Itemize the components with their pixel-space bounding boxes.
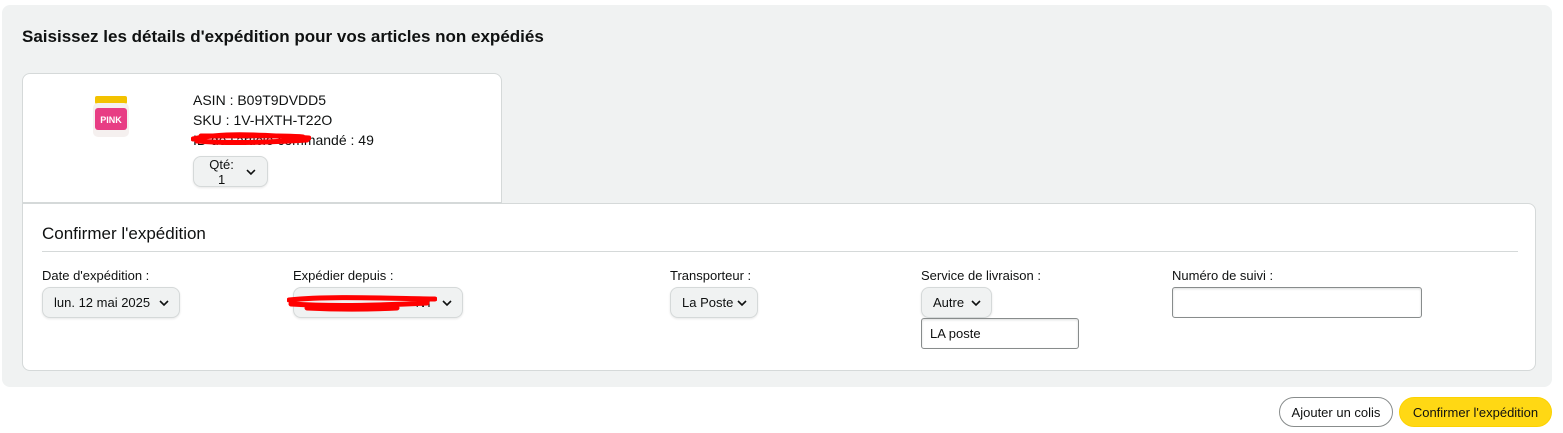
product-image: PINK bbox=[93, 96, 129, 137]
carrier-value: La Poste bbox=[682, 295, 734, 310]
divider bbox=[42, 251, 1518, 252]
sku-line: SKU : 1V-HXTH-T22O bbox=[193, 112, 333, 128]
carrier-label: Transporteur : bbox=[670, 268, 752, 283]
shipment-panel: Saisissez les détails d'expédition pour … bbox=[2, 5, 1552, 387]
carrier-dropdown[interactable]: La Poste bbox=[670, 287, 758, 318]
chevron-down-icon bbox=[971, 299, 981, 306]
tracking-number-label: Numéro de suivi : bbox=[1172, 268, 1274, 283]
delivery-service-label: Service de livraison : bbox=[921, 268, 1041, 283]
confirm-shipment-button[interactable]: Confirmer l'expédition bbox=[1399, 397, 1552, 427]
page-title: Saisissez les détails d'expédition pour … bbox=[22, 27, 544, 46]
chevron-down-icon bbox=[246, 168, 256, 175]
chevron-down-icon bbox=[737, 299, 747, 306]
ship-date-value: lun. 12 mai 2025 bbox=[54, 295, 151, 310]
other-service-input[interactable] bbox=[921, 318, 1079, 349]
delivery-service-value: Autre bbox=[933, 295, 965, 310]
item-card: PINK ASIN : B09T9DVDD5 SKU : 1V-HXTH-T22… bbox=[22, 73, 502, 203]
ship-from-label: Expédier depuis : bbox=[293, 268, 394, 283]
product-image-text: PINK bbox=[100, 115, 122, 125]
asin-line: ASIN : B09T9DVDD5 bbox=[193, 92, 327, 108]
redaction-mark bbox=[191, 132, 311, 146]
confirm-shipment-card: Confirmer l'expédition Date d'expédition… bbox=[22, 203, 1536, 371]
add-package-button[interactable]: Ajouter un colis bbox=[1279, 397, 1393, 427]
quantity-dropdown[interactable]: Qté: 1 bbox=[193, 156, 268, 187]
tracking-number-input[interactable] bbox=[1172, 287, 1422, 318]
redaction-mark bbox=[287, 295, 437, 312]
quantity-label: Qté: 1 bbox=[209, 156, 234, 187]
delivery-service-dropdown[interactable]: Autre bbox=[921, 287, 992, 318]
chevron-down-icon bbox=[442, 299, 452, 306]
confirm-section-title: Confirmer l'expédition bbox=[42, 224, 206, 243]
chevron-down-icon bbox=[159, 299, 169, 306]
ship-date-label: Date d'expédition : bbox=[42, 268, 150, 283]
ship-date-dropdown[interactable]: lun. 12 mai 2025 bbox=[42, 287, 180, 318]
